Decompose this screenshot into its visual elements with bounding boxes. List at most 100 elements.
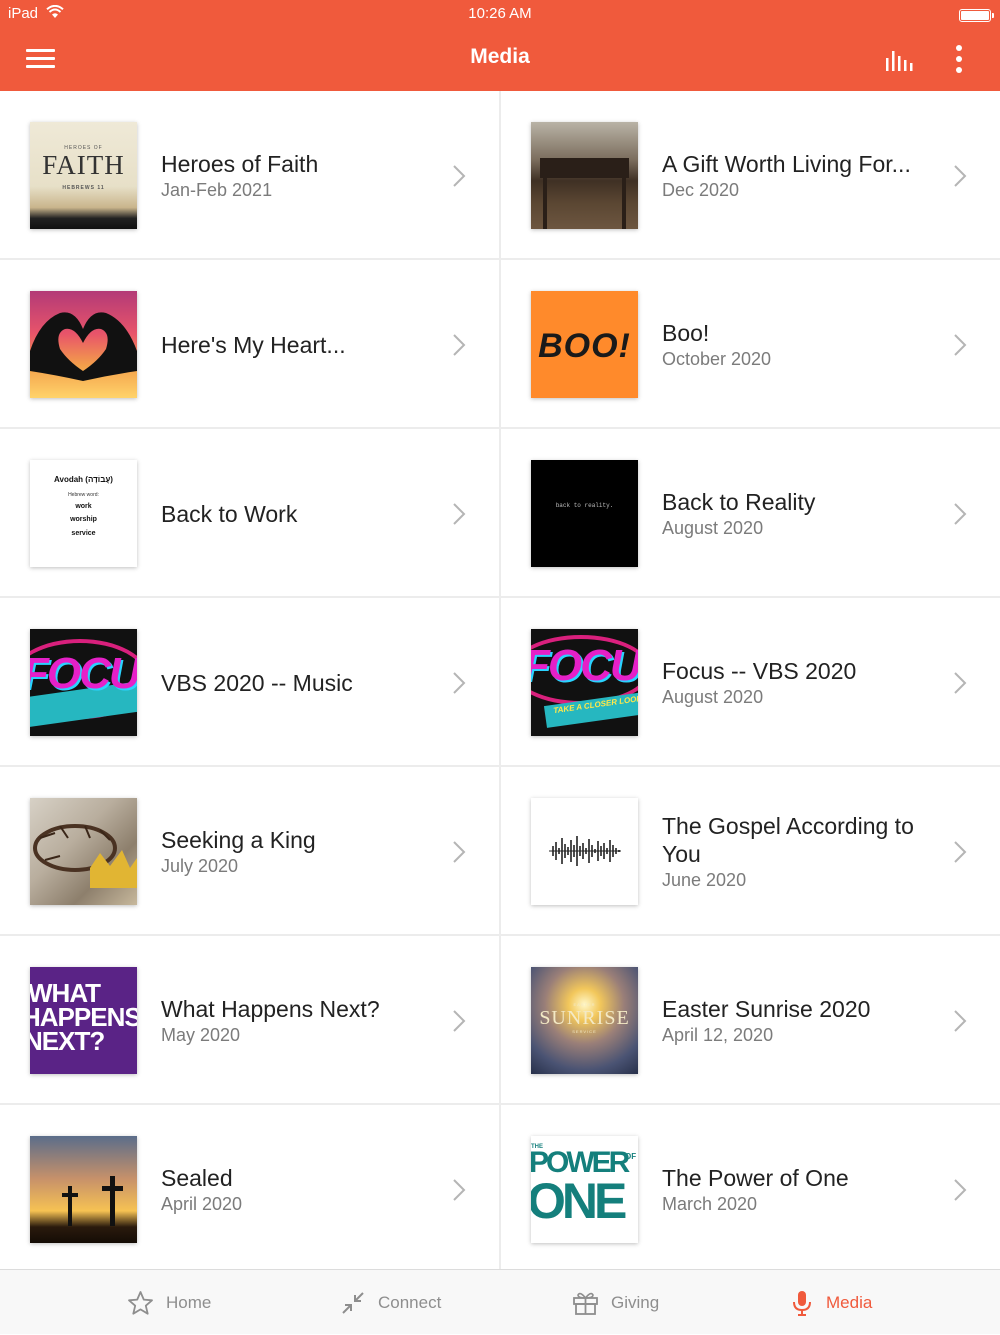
collapse-arrows-icon [342, 1291, 364, 1314]
thumbnail-back-to-work: Avodah (עֲבוֹדָה) Hebrew word: work wors… [30, 460, 137, 567]
media-item[interactable]: EASTER SUNRISE SERVICE Easter Sunrise 20… [501, 936, 1000, 1105]
chevron-right-icon [453, 672, 466, 694]
media-title: Seeking a King [161, 827, 316, 853]
thumbnail-heres-my-heart [30, 291, 137, 398]
media-title: Focus -- VBS 2020 [662, 658, 857, 684]
top-bar: iPad 10:26 AM Media [0, 0, 1000, 91]
chevron-right-icon [954, 841, 967, 863]
chevron-right-icon [954, 1010, 967, 1032]
thumb-text: Hebrew word: [68, 492, 99, 498]
chevron-right-icon [453, 841, 466, 863]
tab-label: Media [826, 1292, 873, 1312]
media-item[interactable]: Avodah (עֲבוֹדָה) Hebrew word: work wors… [0, 429, 500, 598]
thumbnail-power-of-one: THE POWER OF ONE [531, 1136, 638, 1243]
media-subtitle: June 2020 [662, 870, 747, 890]
media-subtitle: October 2020 [662, 349, 772, 369]
thumb-text: HEBREWS 11 [62, 185, 105, 191]
battery-icon [959, 9, 994, 22]
media-item[interactable]: FOCUS VBS 2020 -- Music [0, 598, 500, 767]
chevron-right-icon [453, 1179, 466, 1201]
thumbnail-easter-sunrise: EASTER SUNRISE SERVICE [531, 967, 638, 1074]
media-title: Heroes of Faith [161, 151, 319, 177]
media-item[interactable]: Sealed April 2020 [0, 1105, 500, 1274]
thumbnail-gift-worth-living [531, 122, 638, 229]
star-icon [128, 1290, 153, 1315]
tab-media[interactable]: Media [790, 1270, 872, 1335]
thumbnail-focus-vbs: FOCUS TAKE A CLOSER LOOK [531, 629, 638, 736]
thumbnail-back-to-reality: back to reality. [531, 460, 638, 567]
chevron-right-icon [954, 1179, 967, 1201]
gift-icon [573, 1292, 598, 1315]
media-item[interactable]: WHAT HAPPENS NEXT? What Happens Next? Ma… [0, 936, 500, 1105]
tab-giving[interactable]: Giving [572, 1270, 659, 1335]
thumb-text: FOCUS [30, 649, 137, 698]
chevron-right-icon [453, 165, 466, 187]
chevron-right-icon [954, 672, 967, 694]
thumb-text: ONE [531, 1173, 627, 1229]
chevron-right-icon [954, 165, 967, 187]
tab-home[interactable]: Home [127, 1270, 211, 1335]
tab-label: Connect [378, 1292, 442, 1312]
media-subtitle: March 2020 [662, 1194, 758, 1214]
status-bar: iPad 10:26 AM [0, 4, 1000, 24]
media-title: VBS 2020 -- Music [161, 669, 353, 696]
tab-label: Home [166, 1292, 212, 1312]
thumb-text: service [71, 530, 96, 537]
media-item[interactable]: Seeking a King July 2020 [0, 767, 500, 936]
chevron-right-icon [453, 503, 466, 525]
thumb-text: SERVICE [572, 1029, 597, 1034]
media-grid: HEROES OF FAITH HEBREWS 11 Heroes of Fai… [0, 91, 1000, 1269]
thumb-text: FOCUS [531, 641, 638, 690]
tab-connect[interactable]: Connect [340, 1270, 441, 1335]
thumb-text: OF [625, 1152, 637, 1161]
more-options-button[interactable] [946, 43, 972, 75]
media-subtitle: July 2020 [161, 856, 239, 876]
microphone-icon [793, 1290, 811, 1316]
equalizer-icon [886, 51, 913, 71]
media-title: The Power of One [662, 1165, 849, 1191]
media-title: The Gospel According to You [662, 813, 914, 867]
thumb-text: Avodah (עֲבוֹדָה) [54, 475, 113, 484]
chevron-right-icon [453, 1010, 466, 1032]
media-item[interactable]: Here's My Heart... [0, 260, 500, 429]
media-item[interactable]: BOO! Boo! October 2020 [501, 260, 1000, 429]
media-subtitle: Jan-Feb 2021 [161, 180, 273, 200]
media-title: What Happens Next? [161, 996, 380, 1022]
media-item[interactable]: The Gospel According to You June 2020 [501, 767, 1000, 936]
media-title: Easter Sunrise 2020 [662, 996, 871, 1022]
media-subtitle: May 2020 [161, 1025, 241, 1045]
thumbnail-what-happens-next: WHAT HAPPENS NEXT? [30, 967, 137, 1074]
column-divider [499, 91, 501, 1269]
media-title: Back to Reality [662, 489, 816, 515]
media-title: Back to Work [161, 500, 298, 527]
tab-label: Giving [611, 1292, 660, 1312]
media-item[interactable]: back to reality. Back to Reality August … [501, 429, 1000, 598]
media-title: Boo! [662, 320, 710, 346]
media-subtitle: August 2020 [662, 687, 764, 707]
media-title: Sealed [161, 1165, 233, 1191]
thumb-text: work [75, 503, 92, 510]
media-item[interactable]: A Gift Worth Living For... Dec 2020 [501, 91, 1000, 260]
media-item[interactable]: HEROES OF FAITH HEBREWS 11 Heroes of Fai… [0, 91, 500, 260]
thumb-text: FAITH [42, 150, 125, 180]
thumb-text: NEXT? [30, 1026, 105, 1056]
thumb-text: back to reality. [555, 502, 614, 509]
thumb-text: worship [70, 516, 97, 523]
thumbnail-seeking-a-king [30, 798, 137, 905]
media-item[interactable]: FOCUS TAKE A CLOSER LOOK Focus -- VBS 20… [501, 598, 1000, 767]
now-playing-button[interactable] [884, 47, 918, 73]
thumbnail-gospel-according [531, 798, 638, 905]
media-subtitle: August 2020 [662, 518, 764, 538]
page-title: Media [470, 45, 530, 68]
media-item[interactable]: THE POWER OF ONE The Power of One March … [501, 1105, 1000, 1274]
thumbnail-sealed [30, 1136, 137, 1243]
thumbnail-vbs-music: FOCUS [30, 629, 137, 736]
media-title: Here's My Heart... [161, 331, 346, 358]
media-title: A Gift Worth Living For... [662, 151, 911, 177]
media-subtitle: Dec 2020 [662, 180, 740, 200]
clock: 10:26 AM [468, 5, 532, 22]
thumb-text: SUNRISE [539, 1007, 630, 1029]
tab-bar: Home Connect Giving Media [0, 1269, 1000, 1334]
thumb-text: BOO! [538, 327, 631, 365]
thumbnail-heroes-of-faith: HEROES OF FAITH HEBREWS 11 [30, 122, 137, 229]
